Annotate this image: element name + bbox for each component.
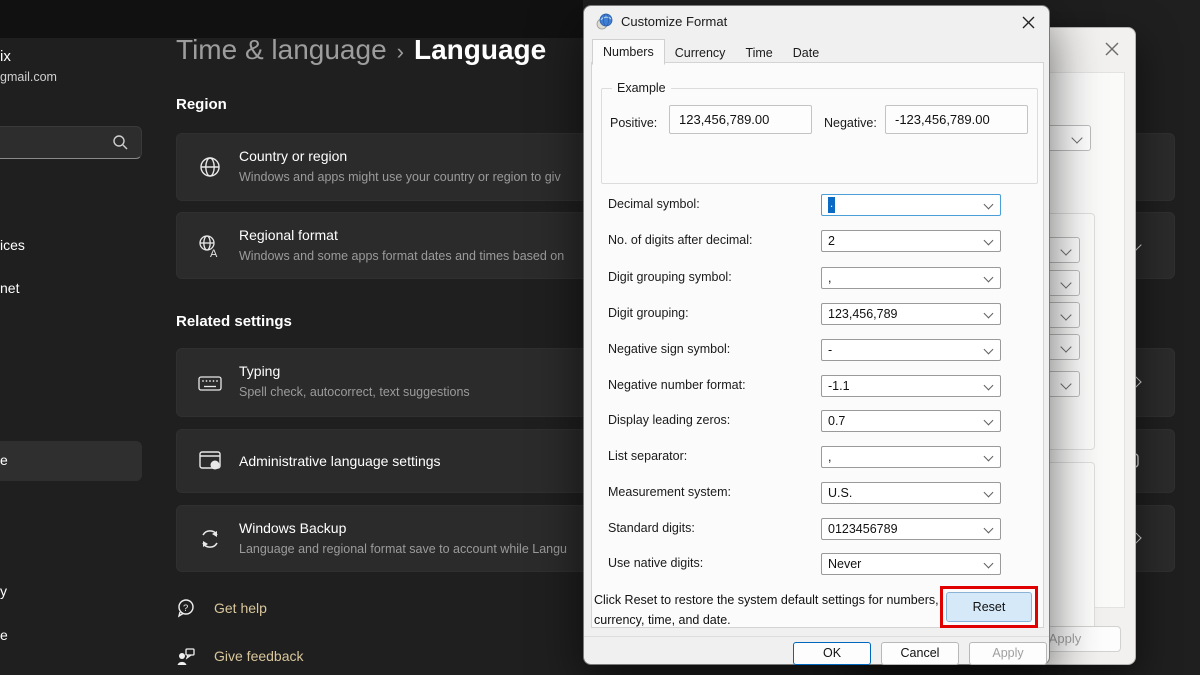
- display-leading-zeros-dropdown[interactable]: 0.7: [821, 410, 1001, 432]
- negative-example-field: -123,456,789.00: [885, 105, 1028, 134]
- digit-grouping-dropdown[interactable]: 123,456,789: [821, 303, 1001, 325]
- breadcrumb: Time & language›Language: [176, 34, 546, 66]
- sidebar-item-update[interactable]: e: [0, 627, 8, 643]
- apply-button[interactable]: Apply: [969, 642, 1047, 665]
- sync-icon: [197, 526, 223, 552]
- sidebar-item-devices[interactable]: ices: [0, 237, 25, 253]
- card-title: Country or region: [239, 148, 347, 164]
- help-icon: ?: [176, 598, 196, 618]
- give-feedback-link[interactable]: Give feedback: [176, 646, 304, 666]
- card-title: Windows Backup: [239, 520, 346, 536]
- standard-digits-dropdown[interactable]: 0123456789: [821, 518, 1001, 540]
- example-legend: Example: [612, 81, 671, 95]
- measurement-system-label: Measurement system:: [608, 485, 731, 499]
- card-title: Regional format: [239, 227, 338, 243]
- regional-format-icon: A: [197, 233, 223, 259]
- measurement-system-dropdown[interactable]: U.S.: [821, 482, 1001, 504]
- divider: [584, 636, 1049, 637]
- card-title: Typing: [239, 363, 280, 379]
- tab-numbers[interactable]: Numbers: [592, 39, 665, 65]
- region-globe-icon: [596, 13, 613, 30]
- negative-number-format-dropdown[interactable]: -1.1: [821, 375, 1001, 397]
- breadcrumb-parent[interactable]: Time & language: [176, 34, 387, 65]
- digit-grouping-label: Digit grouping:: [608, 306, 689, 320]
- svg-text:A: A: [210, 248, 218, 259]
- digit-grouping-symbol-dropdown[interactable]: ,: [821, 267, 1001, 289]
- card-desc: Windows and some apps format dates and t…: [239, 249, 564, 263]
- card-title: Administrative language settings: [239, 453, 441, 469]
- cancel-button[interactable]: Cancel: [881, 642, 959, 665]
- reset-button[interactable]: Reset: [946, 592, 1032, 622]
- negative-sign-symbol-dropdown[interactable]: -: [821, 339, 1001, 361]
- customize-format-dialog: Customize Format Numbers Currency Time D…: [583, 5, 1050, 665]
- close-icon[interactable]: [1101, 38, 1123, 60]
- digits-after-decimal-label: No. of digits after decimal:: [608, 233, 753, 247]
- use-native-digits-label: Use native digits:: [608, 556, 703, 570]
- sidebar-item-time-language-selected[interactable]: e: [0, 441, 142, 481]
- related-settings-header: Related settings: [176, 313, 292, 330]
- digit-grouping-symbol-label: Digit grouping symbol:: [608, 270, 732, 284]
- admin-language-icon: [197, 448, 223, 474]
- reset-note: Click Reset to restore the system defaul…: [594, 590, 946, 630]
- search-input[interactable]: [0, 126, 142, 159]
- negative-sign-symbol-label: Negative sign symbol:: [608, 342, 730, 356]
- region-section-header: Region: [176, 96, 227, 113]
- dialog-title: Customize Format: [621, 14, 727, 29]
- example-groupbox: Example Positive: 123,456,789.00 Negativ…: [601, 88, 1038, 184]
- globe-icon: [197, 154, 223, 180]
- svg-text:?: ?: [183, 603, 188, 614]
- dialog-titlebar[interactable]: Customize Format: [584, 6, 1049, 36]
- search-icon: [112, 134, 129, 151]
- display-leading-zeros-label: Display leading zeros:: [608, 413, 730, 427]
- sidebar-item-network[interactable]: net: [0, 280, 19, 296]
- sidebar-item-privacy[interactable]: y: [0, 583, 7, 599]
- negative-number-format-label: Negative number format:: [608, 378, 746, 392]
- settings-titlebar: [0, 0, 583, 38]
- close-icon[interactable]: [1015, 10, 1041, 34]
- list-separator-dropdown[interactable]: ,: [821, 446, 1001, 468]
- card-desc: Windows and apps might use your country …: [239, 170, 561, 184]
- ok-button[interactable]: OK: [793, 642, 871, 665]
- account-email: gmail.com: [0, 70, 57, 84]
- keyboard-icon: [197, 370, 223, 396]
- screen: ix gmail.com ices net e y e Time & langu…: [0, 0, 1200, 675]
- decimal-symbol-label: Decimal symbol:: [608, 197, 700, 211]
- card-desc: Spell check, autocorrect, text suggestio…: [239, 385, 470, 399]
- positive-example-field: 123,456,789.00: [669, 105, 812, 134]
- digits-after-decimal-dropdown[interactable]: 2: [821, 230, 1001, 252]
- negative-label: Negative:: [824, 116, 877, 130]
- feedback-icon: [176, 646, 196, 666]
- decimal-symbol-dropdown[interactable]: .: [821, 194, 1001, 216]
- account-name: ix: [0, 48, 11, 65]
- page-title: Language: [414, 34, 546, 65]
- list-separator-label: List separator:: [608, 449, 687, 463]
- use-native-digits-dropdown[interactable]: Never: [821, 553, 1001, 575]
- get-help-link[interactable]: ? Get help: [176, 598, 267, 618]
- breadcrumb-separator: ›: [387, 39, 414, 64]
- positive-label: Positive:: [610, 116, 657, 130]
- card-desc: Language and regional format save to acc…: [239, 542, 567, 556]
- standard-digits-label: Standard digits:: [608, 521, 695, 535]
